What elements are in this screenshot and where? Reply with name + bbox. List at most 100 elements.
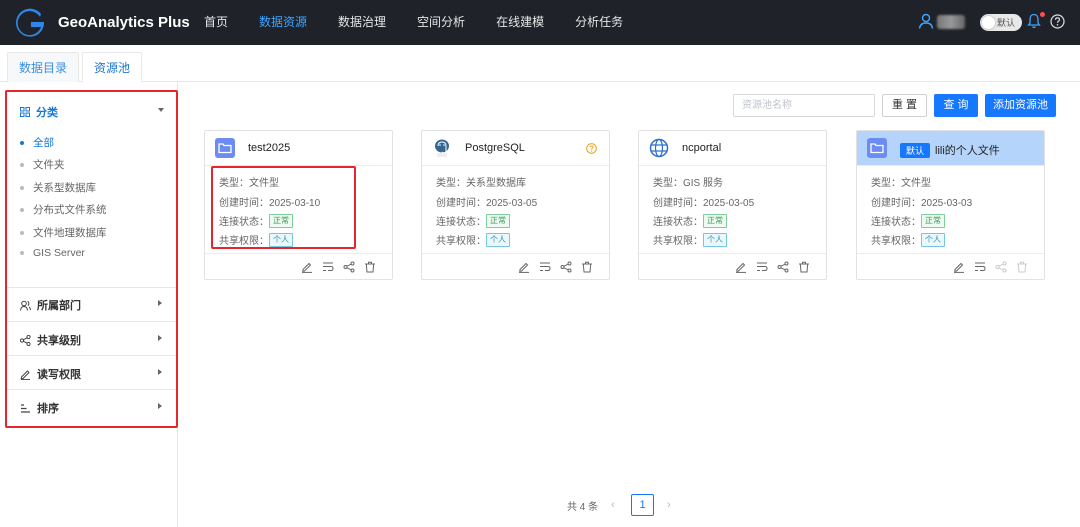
share-icon[interactable] xyxy=(343,261,355,273)
category-item-all[interactable]: 全部 xyxy=(20,135,54,150)
section-header-rw-permission[interactable]: 读写权限 xyxy=(20,366,81,382)
edit-icon[interactable] xyxy=(735,261,747,273)
chevron-right-icon[interactable] xyxy=(158,403,162,409)
nav-item-spatial-analysis[interactable]: 空间分析 xyxy=(417,0,465,45)
wrap-text-icon[interactable] xyxy=(756,261,768,273)
app-title: GeoAnalytics Plus xyxy=(58,14,190,31)
globe-icon xyxy=(649,138,669,158)
card-connection-status: 连接状态： 正常 xyxy=(653,213,727,228)
reset-button[interactable]: 重 置 xyxy=(882,94,927,117)
resource-card[interactable]: test2025 类型：文件型 创建时间：2025-03-10 连接状态： 正常 … xyxy=(204,130,393,280)
card-type: 类型：文件型 xyxy=(871,178,931,189)
delete-icon[interactable] xyxy=(581,261,593,273)
card-connection-status: 连接状态： 正常 xyxy=(436,213,510,228)
notification-dot xyxy=(1040,12,1045,17)
card-title: 默认 lili的个人文件 xyxy=(900,142,1000,158)
delete-icon[interactable] xyxy=(364,261,376,273)
chevron-right-icon[interactable] xyxy=(158,369,162,375)
edit-icon[interactable] xyxy=(953,261,965,273)
section-header-department[interactable]: 所属部门 xyxy=(20,297,81,313)
pagination-page-1[interactable]: 1 xyxy=(631,494,654,516)
bullet-icon xyxy=(20,140,24,145)
card-divider xyxy=(422,165,609,166)
category-section-header[interactable]: 分类 xyxy=(20,104,58,120)
chevron-right-icon[interactable] xyxy=(158,300,162,306)
card-share-permission: 共享权限： 个人 xyxy=(653,232,727,247)
tab-resource-pool[interactable]: 资源池 xyxy=(82,52,143,82)
category-item-label: 文件夹 xyxy=(33,159,65,171)
nav-item-data-resources[interactable]: 数据资源 xyxy=(259,0,307,45)
card-divider xyxy=(205,253,392,254)
bullet-icon xyxy=(20,207,24,212)
default-mode-toggle[interactable]: 默认 xyxy=(980,14,1022,31)
edit-icon xyxy=(20,369,30,380)
delete-icon[interactable] xyxy=(798,261,810,273)
category-item-gis-server[interactable]: GIS Server xyxy=(20,247,85,259)
card-actions xyxy=(301,261,385,273)
status-badge: 正常 xyxy=(921,213,945,228)
share-icon[interactable] xyxy=(777,261,789,273)
section-title: 读写权限 xyxy=(37,369,81,381)
tab-data-catalog[interactable]: 数据目录 xyxy=(7,52,80,82)
chevron-right-icon[interactable] xyxy=(158,335,162,341)
category-item-distributed-fs[interactable]: 分布式文件系统 xyxy=(20,202,107,217)
edit-icon[interactable] xyxy=(301,261,313,273)
permission-label: 共享权限： xyxy=(653,236,703,247)
card-actions xyxy=(735,261,819,273)
card-header: ncportal xyxy=(639,131,826,165)
category-item-label: 关系型数据库 xyxy=(33,182,96,194)
resource-pool-search-input[interactable] xyxy=(733,94,875,117)
resource-card[interactable]: ncportal 类型：GIS 服务 创建时间：2025-03-05 连接状态：… xyxy=(638,130,827,280)
help-icon[interactable] xyxy=(1050,14,1065,29)
section-title: 所属部门 xyxy=(37,300,81,312)
edit-icon[interactable] xyxy=(518,261,530,273)
category-item-label: 全部 xyxy=(33,137,54,149)
query-button[interactable]: 查 询 xyxy=(934,94,978,117)
resource-card-default[interactable]: 默认 lili的个人文件 类型：文件型 创建时间：2025-03-03 连接状态：… xyxy=(856,130,1045,280)
users-icon xyxy=(20,300,31,311)
nav-item-analysis-tasks[interactable]: 分析任务 xyxy=(575,0,623,45)
sidebar-divider xyxy=(7,321,177,322)
card-connection-status: 连接状态： 正常 xyxy=(871,213,945,228)
notification-bell-icon[interactable] xyxy=(1027,13,1041,29)
grid-icon xyxy=(20,107,30,117)
category-item-folder[interactable]: 文件夹 xyxy=(20,157,65,172)
top-navigation-bar: GeoAnalytics Plus 首页 数据资源 数据治理 空间分析 在线建模… xyxy=(0,0,1080,45)
sort-icon xyxy=(21,403,30,413)
category-item-relational-db[interactable]: 关系型数据库 xyxy=(20,180,96,195)
nav-item-home[interactable]: 首页 xyxy=(204,0,228,45)
card-divider xyxy=(205,165,392,166)
share-icon[interactable] xyxy=(560,261,572,273)
bullet-icon xyxy=(20,185,24,190)
card-divider xyxy=(639,253,826,254)
category-item-file-geodatabase[interactable]: 文件地理数据库 xyxy=(20,225,107,240)
wrap-text-icon[interactable] xyxy=(974,261,986,273)
section-title: 排序 xyxy=(37,403,59,415)
sidebar-divider xyxy=(7,287,177,288)
card-created-time: 创建时间：2025-03-03 xyxy=(871,198,973,209)
resource-card[interactable]: PostgreSQL 类型：关系型数据库 创建时间：2025-03-05 连接状… xyxy=(421,130,610,280)
section-header-share-level[interactable]: 共享级别 xyxy=(20,332,81,348)
section-header-sort[interactable]: 排序 xyxy=(20,400,59,416)
status-badge: 正常 xyxy=(486,213,510,228)
warning-icon[interactable] xyxy=(586,143,597,154)
card-actions xyxy=(518,261,602,273)
card-header: PostgreSQL xyxy=(422,131,609,165)
user-icon[interactable] xyxy=(918,13,934,29)
status-label: 连接状态： xyxy=(436,217,486,228)
nav-item-data-governance[interactable]: 数据治理 xyxy=(338,0,386,45)
card-created-time: 创建时间：2025-03-05 xyxy=(436,198,538,209)
pagination-next-icon[interactable]: › xyxy=(667,499,671,511)
postgresql-icon xyxy=(435,139,449,157)
wrap-text-icon[interactable] xyxy=(322,261,334,273)
wrap-text-icon[interactable] xyxy=(539,261,551,273)
add-resource-pool-button[interactable]: 添加资源池 xyxy=(985,94,1056,117)
app-logo-icon[interactable] xyxy=(14,8,46,38)
status-label: 连接状态： xyxy=(653,217,703,228)
pagination-prev-icon[interactable]: ‹ xyxy=(611,499,615,511)
chevron-down-icon[interactable] xyxy=(158,108,164,112)
status-badge: 正常 xyxy=(703,213,727,228)
nav-item-online-modeling[interactable]: 在线建模 xyxy=(496,0,544,45)
user-name-blurred[interactable] xyxy=(937,15,965,29)
share-icon-disabled xyxy=(995,261,1007,273)
